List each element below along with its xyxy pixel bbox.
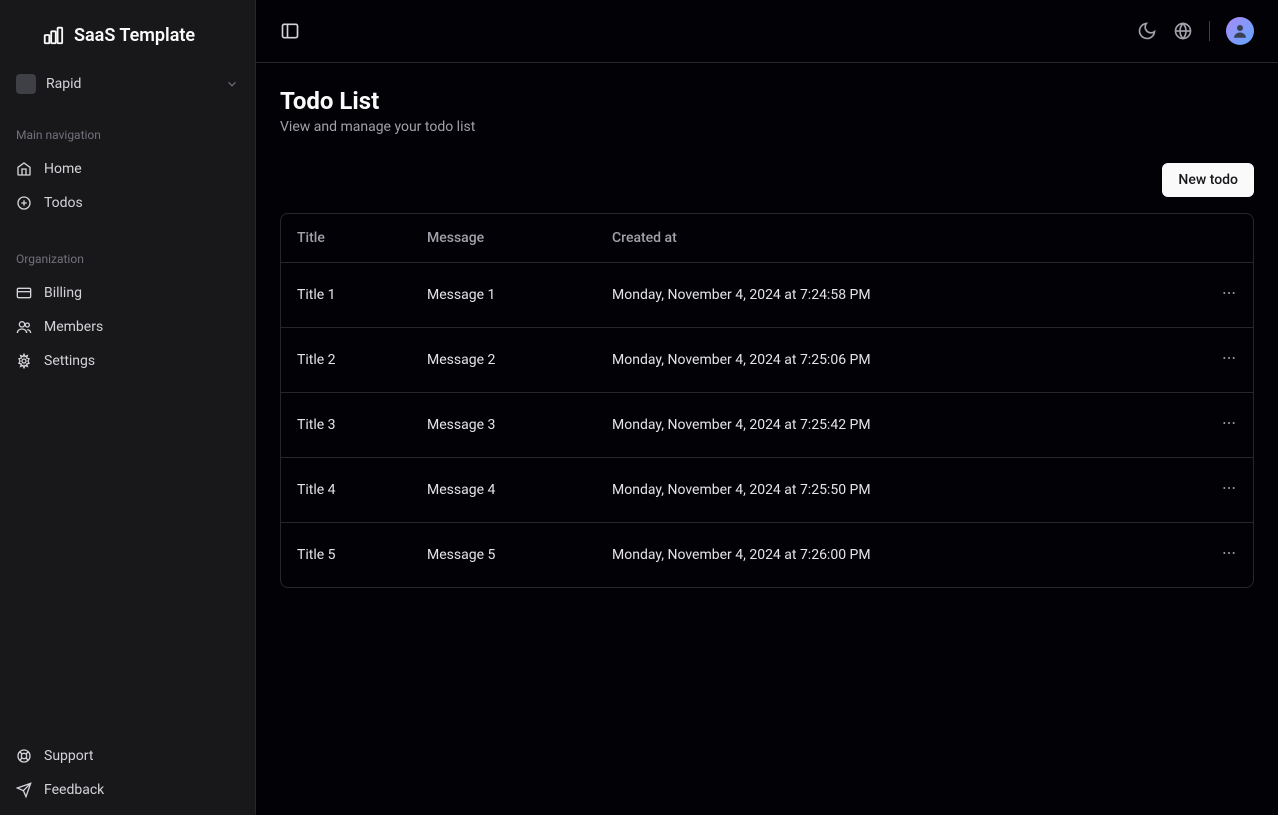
cell-actions — [1193, 263, 1253, 328]
workspace-avatar — [16, 74, 36, 94]
cell-created: Monday, November 4, 2024 at 7:25:50 PM — [596, 458, 1193, 523]
nav-section-title: Organization — [0, 228, 255, 276]
sidebar-item-label: Settings — [44, 353, 95, 369]
globe-icon[interactable] — [1173, 21, 1193, 41]
column-header-created: Created at — [596, 214, 1193, 263]
column-header-title: Title — [281, 214, 411, 263]
column-header-message: Message — [411, 214, 596, 263]
panel-toggle-icon[interactable] — [280, 21, 300, 41]
nav-section-org: Organization Billing Members Settings — [0, 228, 255, 386]
credit-card-icon — [16, 285, 32, 301]
cell-actions — [1193, 393, 1253, 458]
user-avatar[interactable] — [1226, 17, 1254, 45]
more-icon[interactable] — [1221, 480, 1237, 496]
cell-actions — [1193, 328, 1253, 393]
cell-title: Title 3 — [281, 393, 411, 458]
main-content: Todo List View and manage your todo list… — [256, 0, 1278, 815]
chevron-down-icon — [225, 77, 239, 91]
sidebar-item-billing[interactable]: Billing — [0, 276, 255, 310]
cell-message: Message 3 — [411, 393, 596, 458]
cell-created: Monday, November 4, 2024 at 7:26:00 PM — [596, 523, 1193, 588]
user-icon — [1231, 22, 1249, 40]
topbar — [256, 0, 1278, 63]
cell-message: Message 1 — [411, 263, 596, 328]
cell-message: Message 2 — [411, 328, 596, 393]
sidebar-item-label: Billing — [44, 285, 82, 301]
table-row: Title 4 Message 4 Monday, November 4, 20… — [281, 458, 1253, 523]
sidebar-item-label: Support — [44, 748, 93, 764]
sidebar-item-label: Feedback — [44, 782, 104, 798]
todos-table: Title Message Created at Title 1 Message… — [280, 213, 1254, 588]
moon-icon[interactable] — [1137, 21, 1157, 41]
cell-title: Title 5 — [281, 523, 411, 588]
table-row: Title 3 Message 3 Monday, November 4, 20… — [281, 393, 1253, 458]
send-icon — [16, 782, 32, 798]
cell-created: Monday, November 4, 2024 at 7:24:58 PM — [596, 263, 1193, 328]
divider — [1209, 21, 1210, 41]
cell-message: Message 4 — [411, 458, 596, 523]
workspace-selector[interactable]: Rapid — [0, 64, 255, 104]
cell-message: Message 5 — [411, 523, 596, 588]
more-icon[interactable] — [1221, 545, 1237, 561]
table-row: Title 2 Message 2 Monday, November 4, 20… — [281, 328, 1253, 393]
app-logo[interactable]: SaaS Template — [0, 0, 255, 64]
cell-created: Monday, November 4, 2024 at 7:25:42 PM — [596, 393, 1193, 458]
table-row: Title 5 Message 5 Monday, November 4, 20… — [281, 523, 1253, 588]
app-name: SaaS Template — [74, 25, 195, 46]
home-icon — [16, 161, 32, 177]
cell-title: Title 2 — [281, 328, 411, 393]
more-icon[interactable] — [1221, 415, 1237, 431]
more-icon[interactable] — [1221, 350, 1237, 366]
sidebar-item-feedback[interactable]: Feedback — [0, 773, 255, 807]
cell-title: Title 1 — [281, 263, 411, 328]
page-subtitle: View and manage your todo list — [280, 119, 1254, 135]
cell-actions — [1193, 458, 1253, 523]
plus-circle-icon — [16, 195, 32, 211]
life-buoy-icon — [16, 748, 32, 764]
workspace-name: Rapid — [46, 76, 215, 92]
cell-created: Monday, November 4, 2024 at 7:25:06 PM — [596, 328, 1193, 393]
nav-section-main: Main navigation Home Todos — [0, 104, 255, 228]
sidebar-footer: Support Feedback — [0, 739, 255, 815]
page-title: Todo List — [280, 87, 1254, 115]
column-header-actions — [1193, 214, 1253, 263]
more-icon[interactable] — [1221, 285, 1237, 301]
sidebar-item-label: Members — [44, 319, 103, 335]
chart-icon — [42, 24, 64, 46]
cell-title: Title 4 — [281, 458, 411, 523]
toolbar: New todo — [280, 163, 1254, 197]
settings-icon — [16, 353, 32, 369]
sidebar-item-label: Todos — [44, 195, 83, 211]
sidebar-item-support[interactable]: Support — [0, 739, 255, 773]
nav-section-title: Main navigation — [0, 104, 255, 152]
sidebar-item-home[interactable]: Home — [0, 152, 255, 186]
sidebar-item-settings[interactable]: Settings — [0, 344, 255, 378]
new-todo-button[interactable]: New todo — [1162, 163, 1254, 197]
sidebar-item-todos[interactable]: Todos — [0, 186, 255, 220]
sidebar-item-members[interactable]: Members — [0, 310, 255, 344]
table-row: Title 1 Message 1 Monday, November 4, 20… — [281, 263, 1253, 328]
users-icon — [16, 319, 32, 335]
sidebar-item-label: Home — [44, 161, 82, 177]
content-area: Todo List View and manage your todo list… — [256, 63, 1278, 815]
sidebar: SaaS Template Rapid Main navigation Home… — [0, 0, 256, 815]
cell-actions — [1193, 523, 1253, 588]
